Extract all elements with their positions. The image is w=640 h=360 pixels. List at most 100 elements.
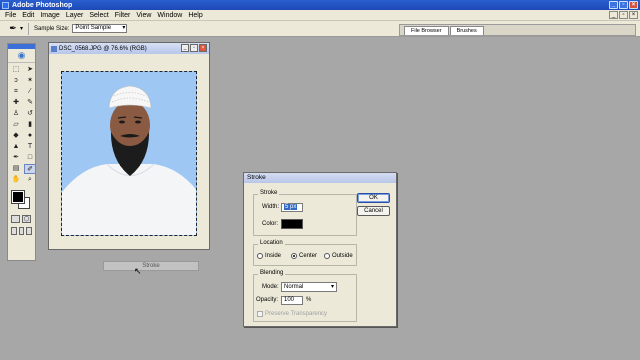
stroke-history-ghost: Stroke — [103, 261, 199, 271]
restore-icon[interactable]: ▫ — [619, 1, 628, 9]
standard-mode-icon[interactable] — [11, 215, 20, 223]
menu-view[interactable]: View — [133, 12, 154, 19]
sample-size-label: Sample Size: — [34, 25, 70, 32]
marquee-tool-icon[interactable]: ⬚ — [10, 65, 22, 75]
notes-tool-icon[interactable]: ▤ — [10, 164, 22, 174]
tab-file-browser[interactable]: File Browser — [404, 26, 449, 35]
menu-filter[interactable]: Filter — [112, 12, 134, 19]
blending-group-title: Blending — [258, 270, 286, 276]
opacity-unit: % — [306, 297, 312, 303]
document-maximize-icon[interactable]: ▫ — [190, 44, 198, 52]
jump-to-imageready-icon[interactable] — [26, 227, 33, 235]
radio-outside-icon — [324, 253, 330, 259]
dialog-title[interactable]: Stroke — [244, 173, 396, 183]
options-divider — [28, 22, 30, 35]
menu-select[interactable]: Select — [86, 12, 111, 19]
document-close-icon[interactable]: × — [199, 44, 207, 52]
tool-preset-chevron-icon[interactable]: ▾ — [20, 25, 23, 32]
screen-mode-standard-icon[interactable] — [11, 227, 17, 235]
slice-tool-icon[interactable]: ⁄ — [24, 87, 36, 97]
cancel-button[interactable]: Cancel — [357, 206, 390, 216]
lasso-tool-icon[interactable]: ↄ — [10, 76, 22, 86]
path-selection-tool-icon[interactable]: ▲ — [10, 142, 22, 152]
width-input[interactable]: 5 px — [281, 203, 303, 212]
move-tool-icon[interactable]: ➤ — [24, 65, 36, 75]
menu-help[interactable]: Help — [185, 12, 205, 19]
history-brush-tool-icon[interactable]: ↺ — [24, 109, 36, 119]
location-outside-radio[interactable]: Outside — [324, 253, 353, 259]
palette-well: File Browser Brushes — [399, 24, 636, 36]
doc-restore-icon[interactable]: ▫ — [619, 11, 628, 19]
toolbox: ◉ ⬚ ➤ ↄ ✶ ⌗ ⁄ ✚ ✎ ♙ ↺ ▱ ▮ ◆ ● ▲ T ✒ □ ▤ … — [7, 43, 36, 261]
dodge-tool-icon[interactable]: ● — [24, 131, 36, 141]
eyedropper-tool-icon[interactable]: ✐ — [24, 164, 36, 174]
document-title-bar[interactable]: DSC_0568.JPG @ 76.6% (RGB) _ ▫ × — [49, 43, 209, 54]
menu-layer[interactable]: Layer — [63, 12, 87, 19]
doc-close-icon[interactable]: × — [629, 11, 638, 19]
preserve-transparency-checkbox[interactable]: Preserve Transparency — [257, 311, 327, 317]
menu-bar: File Edit Image Layer Select Filter View… — [0, 10, 640, 21]
brush-tool-icon[interactable]: ✎ — [24, 98, 36, 108]
preserve-transparency-label: Preserve Transparency — [265, 311, 328, 317]
checkbox-icon — [257, 311, 263, 317]
zoom-tool-icon[interactable]: ⌕ — [24, 175, 36, 185]
blur-tool-icon[interactable]: ◆ — [10, 131, 22, 141]
mode-select[interactable]: Normal — [281, 282, 337, 292]
location-group-title: Location — [258, 240, 285, 246]
shape-tool-icon[interactable]: □ — [24, 153, 36, 163]
doc-minimize-icon[interactable]: _ — [609, 11, 618, 19]
width-value: 5 px — [284, 204, 298, 210]
foreground-color-swatch[interactable] — [11, 190, 25, 204]
app-title: Adobe Photoshop — [12, 1, 73, 9]
eraser-tool-icon[interactable]: ▱ — [10, 120, 22, 130]
crop-tool-icon[interactable]: ⌗ — [10, 87, 22, 97]
hand-tool-icon[interactable]: ✋ — [10, 175, 22, 185]
sample-size-select[interactable]: Point Sample — [72, 24, 128, 33]
document-minimize-icon[interactable]: _ — [181, 44, 189, 52]
menu-file[interactable]: File — [2, 12, 19, 19]
minimize-icon[interactable]: _ — [609, 1, 618, 9]
document-window: DSC_0568.JPG @ 76.6% (RGB) _ ▫ × — [48, 42, 210, 250]
photoshop-eye-logo-icon[interactable]: ◉ — [8, 49, 35, 63]
menu-image[interactable]: Image — [37, 12, 62, 19]
location-outside-label: Outside — [332, 253, 353, 259]
close-icon[interactable]: × — [629, 1, 638, 9]
menu-window[interactable]: Window — [154, 12, 185, 19]
mode-label: Mode: — [262, 284, 279, 290]
blending-group: Blending Mode: Normal Opacity: 100 % Pre… — [253, 270, 357, 322]
clone-stamp-tool-icon[interactable]: ♙ — [10, 109, 22, 119]
app-title-bar: Adobe Photoshop _ ▫ × — [0, 0, 640, 10]
width-label: Width: — [262, 204, 280, 210]
menu-edit[interactable]: Edit — [19, 12, 37, 19]
location-inside-label: Inside — [265, 253, 282, 259]
screen-mode-full-icon[interactable] — [18, 227, 25, 235]
healing-brush-tool-icon[interactable]: ✚ — [10, 98, 22, 108]
image-canvas[interactable] — [61, 71, 197, 236]
document-icon — [51, 45, 57, 52]
document-title: DSC_0568.JPG @ 76.6% (RGB) — [59, 45, 147, 52]
opacity-input[interactable]: 100 — [281, 296, 303, 305]
location-group: Location Inside Center Outside — [253, 240, 357, 266]
quick-mask-mode-icon[interactable]: ◯ — [22, 215, 31, 223]
color-label: Color: — [262, 221, 279, 227]
radio-center-icon — [291, 253, 297, 259]
location-center-radio[interactable]: Center — [291, 253, 317, 259]
radio-inside-icon — [257, 253, 263, 259]
color-swatches — [8, 189, 35, 213]
type-tool-icon[interactable]: T — [24, 142, 36, 152]
portrait-photo — [62, 72, 196, 235]
eyedropper-icon[interactable]: ✒ — [6, 23, 20, 35]
ok-button[interactable]: OK — [357, 193, 390, 203]
stroke-group: Stroke Width: 5 px Color: — [253, 190, 357, 236]
pen-tool-icon[interactable]: ✒ — [10, 153, 22, 163]
magic-wand-tool-icon[interactable]: ✶ — [24, 76, 36, 86]
stroke-group-title: Stroke — [258, 190, 280, 196]
photoshop-app-icon — [2, 1, 9, 9]
gradient-tool-icon[interactable]: ▮ — [24, 120, 36, 130]
location-inside-radio[interactable]: Inside — [257, 253, 281, 259]
tab-brushes[interactable]: Brushes — [449, 26, 484, 35]
location-center-label: Center — [299, 253, 318, 259]
stroke-color-swatch[interactable] — [281, 219, 303, 229]
stroke-dialog: Stroke Stroke Width: 5 px Color: Locatio… — [243, 172, 397, 327]
mouse-cursor-icon: ↖ — [134, 266, 142, 276]
